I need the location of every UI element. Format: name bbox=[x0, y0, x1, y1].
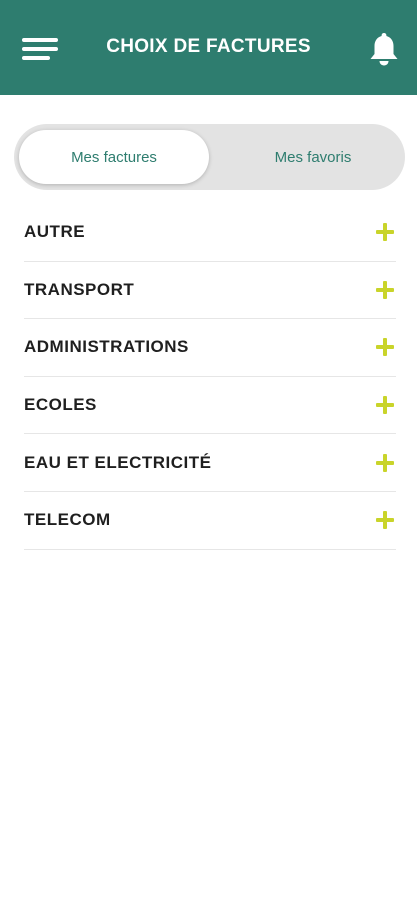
category-label: EAU ET ELECTRICITÉ bbox=[24, 452, 212, 472]
category-label: TRANSPORT bbox=[24, 279, 135, 299]
category-list: AUTRE TRANSPORT ADMINISTRATIONS ECOLES E… bbox=[24, 204, 396, 550]
tab-mes-factures[interactable]: Mes factures bbox=[19, 130, 209, 184]
category-label: AUTRE bbox=[24, 222, 86, 242]
invoice-tabs: Mes factures Mes favoris bbox=[14, 124, 405, 190]
plus-icon[interactable] bbox=[376, 280, 394, 299]
category-item-autre[interactable]: AUTRE bbox=[24, 204, 396, 262]
plus-icon[interactable] bbox=[376, 338, 394, 357]
plus-icon[interactable] bbox=[376, 396, 394, 415]
category-label: ECOLES bbox=[24, 395, 97, 415]
category-item-telecom[interactable]: TELECOM bbox=[24, 492, 396, 550]
category-label: ADMINISTRATIONS bbox=[24, 337, 189, 357]
app-header: CHOIX DE FACTURES bbox=[0, 0, 417, 95]
tab-mes-favoris[interactable]: Mes favoris bbox=[218, 130, 408, 184]
bell-icon[interactable] bbox=[368, 31, 400, 67]
page-title: CHOIX DE FACTURES bbox=[106, 36, 311, 57]
plus-icon[interactable] bbox=[376, 511, 394, 530]
plus-icon[interactable] bbox=[376, 223, 394, 242]
category-item-ecoles[interactable]: ECOLES bbox=[24, 377, 396, 435]
category-item-eau-electricite[interactable]: EAU ET ELECTRICITÉ bbox=[24, 434, 396, 492]
plus-icon[interactable] bbox=[376, 453, 394, 472]
category-item-administrations[interactable]: ADMINISTRATIONS bbox=[24, 319, 396, 377]
category-item-transport[interactable]: TRANSPORT bbox=[24, 262, 396, 320]
category-label: TELECOM bbox=[24, 510, 111, 530]
